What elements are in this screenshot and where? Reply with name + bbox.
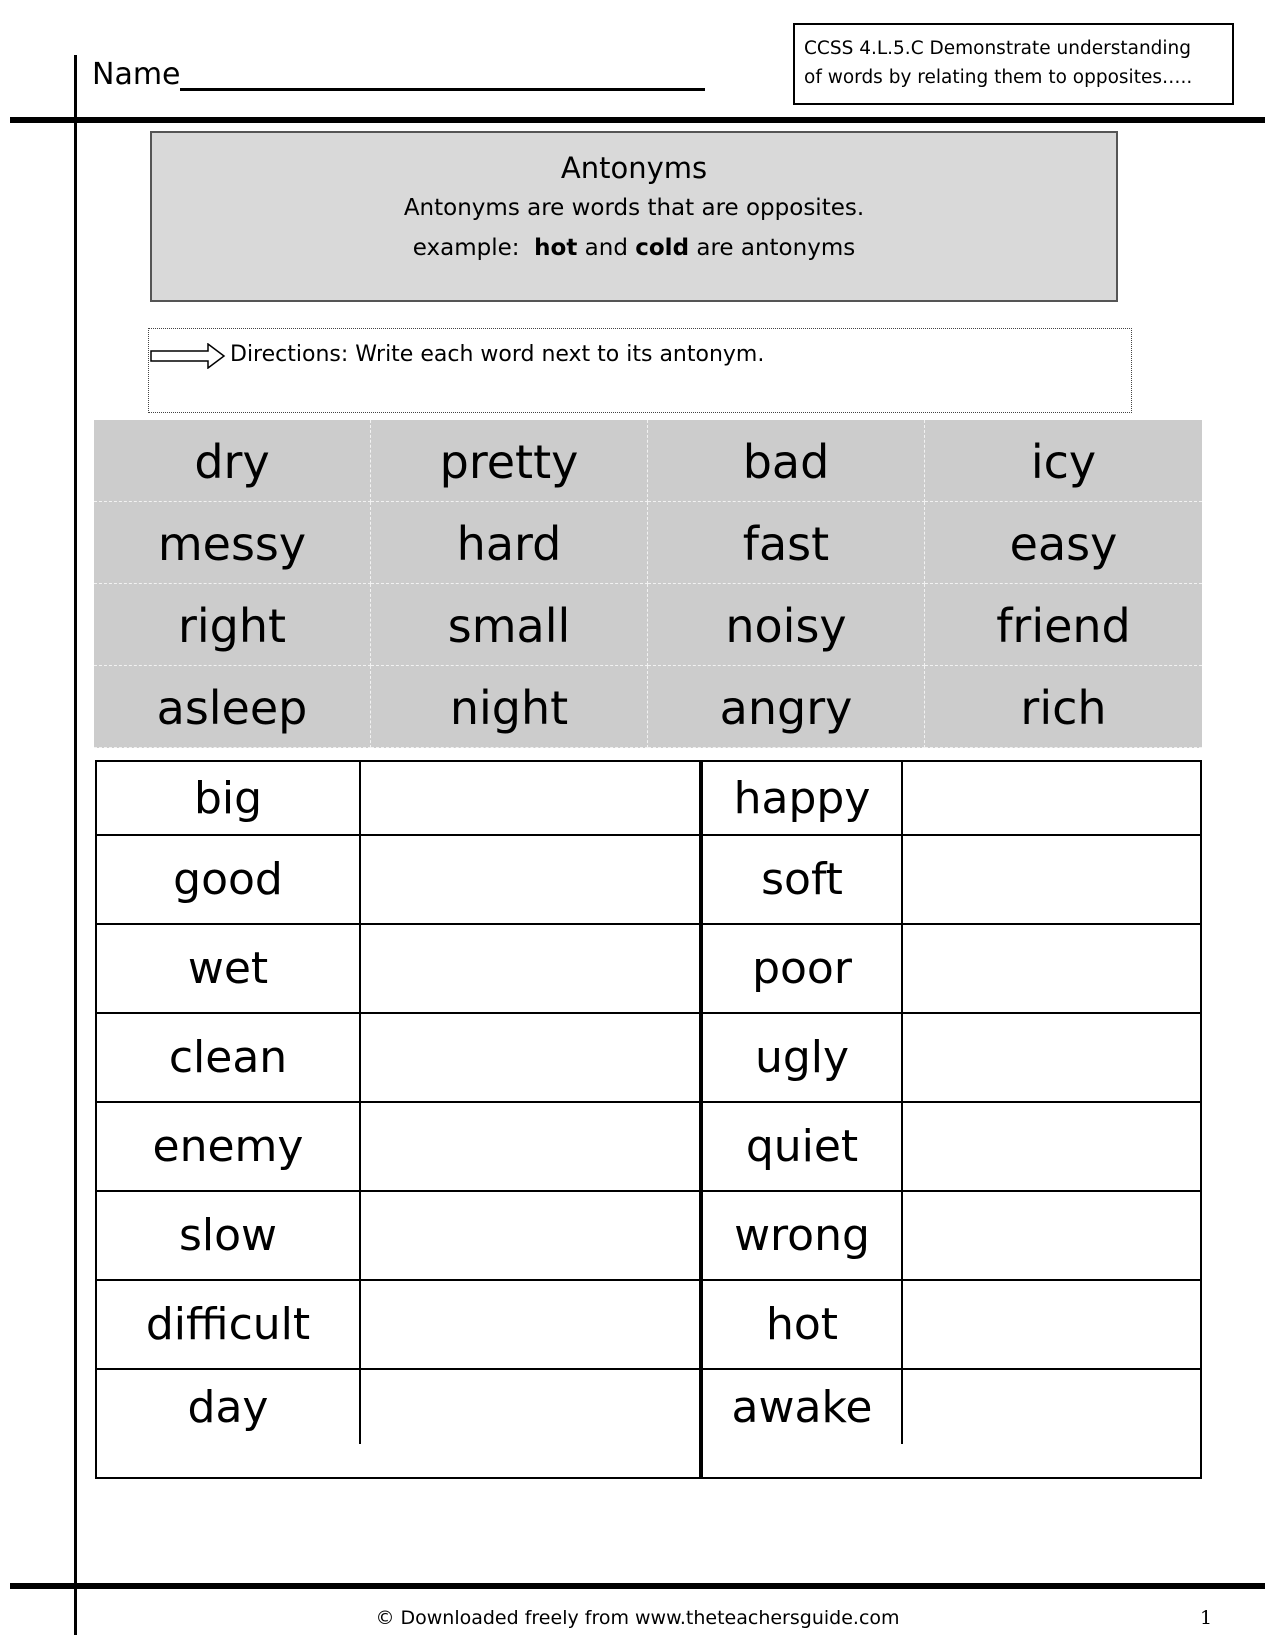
prompt-word: quiet xyxy=(703,1103,903,1190)
word-bank-item: messy xyxy=(94,502,371,584)
word-bank-item: noisy xyxy=(648,584,925,666)
prompt-word: difficult xyxy=(97,1281,361,1368)
standard-line-2: of words by relating them to opposites….… xyxy=(804,67,1193,88)
prompt-word: slow xyxy=(97,1192,361,1279)
example-and: and xyxy=(584,235,628,261)
prompt-word: clean xyxy=(97,1014,361,1101)
answer-row: awake xyxy=(703,1370,1200,1444)
worksheet-title: Antonyms xyxy=(560,151,708,185)
answer-row: clean xyxy=(97,1014,699,1103)
word-bank-item: night xyxy=(371,666,648,748)
prompt-word: happy xyxy=(703,762,903,834)
answer-table-left: big good wet clean enemy slow difficult day xyxy=(95,760,701,1479)
example-suffix: are antonyms xyxy=(696,235,856,261)
page-number: 1 xyxy=(1200,1607,1213,1629)
word-bank-item: pretty xyxy=(371,420,648,502)
answer-blank[interactable] xyxy=(361,1281,699,1368)
answer-blank[interactable] xyxy=(361,1370,699,1444)
header-rule xyxy=(10,117,1265,123)
example-text: example: hot and cold are antonyms xyxy=(152,228,1116,268)
answer-table-right: happy soft poor ugly quiet wrong hot awake xyxy=(699,760,1202,1479)
prompt-word: soft xyxy=(703,836,903,923)
answer-blank[interactable] xyxy=(361,1014,699,1101)
answer-row: wrong xyxy=(703,1192,1200,1281)
name-label: Name xyxy=(92,57,181,92)
prompt-word: ugly xyxy=(703,1014,903,1101)
prompt-word: good xyxy=(97,836,361,923)
word-bank: dry pretty bad icy messy hard fast easy right sma… xyxy=(94,420,1202,748)
answer-blank[interactable] xyxy=(361,1103,699,1190)
answer-row: difficult xyxy=(97,1281,699,1370)
answer-blank[interactable] xyxy=(903,925,1200,1012)
answer-row: slow xyxy=(97,1192,699,1281)
definition-text: Antonyms are words that are opposites. xyxy=(403,195,865,221)
answer-blank[interactable] xyxy=(903,1281,1200,1368)
answer-blank[interactable] xyxy=(903,1192,1200,1279)
prompt-word: wet xyxy=(97,925,361,1012)
prompt-word: big xyxy=(97,762,361,834)
word-bank-item: dry xyxy=(94,420,371,502)
answer-row: soft xyxy=(703,836,1200,925)
arrow-right-icon xyxy=(150,343,226,369)
standard-line-1: CCSS 4.L.5.C Demonstrate understanding xyxy=(804,38,1192,59)
word-bank-item: icy xyxy=(925,420,1202,502)
answer-row: wet xyxy=(97,925,699,1014)
margin-vertical-rule xyxy=(74,55,77,1635)
word-bank-item: small xyxy=(371,584,648,666)
prompt-word: awake xyxy=(703,1370,903,1444)
answer-blank[interactable] xyxy=(361,1192,699,1279)
answer-blank[interactable] xyxy=(361,836,699,923)
answer-blank[interactable] xyxy=(361,925,699,1012)
info-box: Antonyms Antonyms are words that are opp… xyxy=(150,131,1118,302)
prompt-word: poor xyxy=(703,925,903,1012)
footer-rule xyxy=(10,1583,1265,1589)
standard-box: CCSS 4.L.5.C Demonstrate understanding o… xyxy=(793,23,1234,105)
example-prefix: example: xyxy=(412,235,520,261)
answer-row: quiet xyxy=(703,1103,1200,1192)
answer-row: day xyxy=(97,1370,699,1444)
word-bank-item: easy xyxy=(925,502,1202,584)
answer-table: big good wet clean enemy slow difficult day hap… xyxy=(95,760,1202,1479)
example-word-1: hot xyxy=(534,235,578,261)
word-bank-item: bad xyxy=(648,420,925,502)
answer-blank[interactable] xyxy=(903,836,1200,923)
answer-row: ugly xyxy=(703,1014,1200,1103)
answer-row: good xyxy=(97,836,699,925)
prompt-word: enemy xyxy=(97,1103,361,1190)
word-bank-item: right xyxy=(94,584,371,666)
answer-blank[interactable] xyxy=(903,1103,1200,1190)
footer-credit: © Downloaded freely from www.theteachers… xyxy=(375,1607,900,1629)
word-bank-item: rich xyxy=(925,666,1202,748)
answer-blank[interactable] xyxy=(903,1014,1200,1101)
prompt-word: wrong xyxy=(703,1192,903,1279)
word-bank-item: friend xyxy=(925,584,1202,666)
answer-row: enemy xyxy=(97,1103,699,1192)
prompt-word: day xyxy=(97,1370,361,1444)
answer-blank[interactable] xyxy=(361,762,699,834)
word-bank-item: angry xyxy=(648,666,925,748)
word-bank-item: asleep xyxy=(94,666,371,748)
answer-row: happy xyxy=(703,762,1200,836)
answer-blank[interactable] xyxy=(903,1370,1200,1444)
answer-blank[interactable] xyxy=(903,762,1200,834)
word-bank-item: fast xyxy=(648,502,925,584)
name-input-line[interactable] xyxy=(180,88,705,91)
example-word-2: cold xyxy=(635,235,690,261)
answer-row: hot xyxy=(703,1281,1200,1370)
answer-row: poor xyxy=(703,925,1200,1014)
word-bank-item: hard xyxy=(371,502,648,584)
prompt-word: hot xyxy=(703,1281,903,1368)
answer-row: big xyxy=(97,762,699,836)
directions-text: Directions: Write each word next to its … xyxy=(230,342,765,367)
